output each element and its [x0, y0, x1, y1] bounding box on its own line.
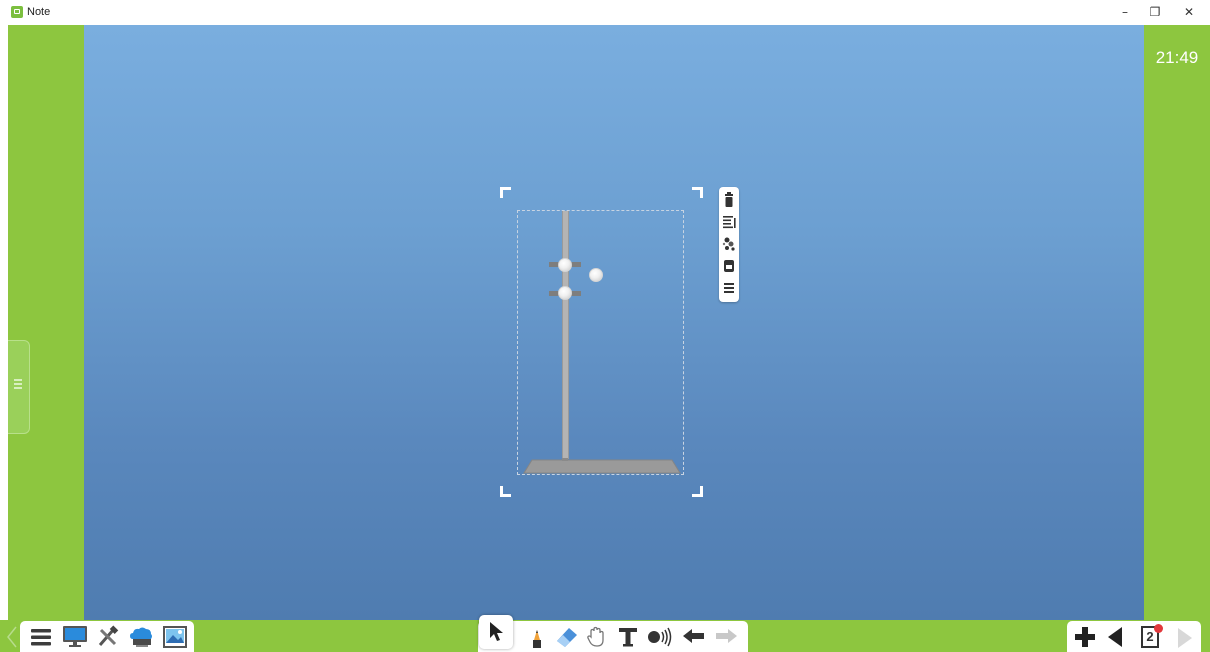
window-title: Note: [27, 6, 51, 18]
next-page-icon[interactable]: [1172, 624, 1198, 652]
add-page-icon[interactable]: [1073, 625, 1097, 649]
pen-icon[interactable]: [526, 626, 548, 650]
drawing-toolbar: [478, 621, 748, 652]
hand-roam-icon[interactable]: [584, 625, 608, 649]
resize-handle-top-right[interactable]: [692, 187, 703, 198]
maximize-button[interactable]: ❐: [1144, 3, 1166, 21]
main-toolbar: [20, 621, 194, 652]
resize-handle-top-left[interactable]: [500, 187, 511, 198]
clamp-knob-upper[interactable]: [558, 258, 572, 272]
clock: 21:49: [1155, 48, 1199, 67]
menu-icon[interactable]: [721, 279, 737, 297]
minimize-button[interactable]: –: [1114, 3, 1136, 21]
stand-base[interactable]: [520, 458, 684, 474]
note-app-icon: [11, 6, 23, 18]
sound-icon[interactable]: [646, 627, 674, 647]
previous-page-icon[interactable]: [1105, 625, 1125, 649]
close-button[interactable]: ✕: [1178, 3, 1200, 21]
object-toolbar: [719, 187, 739, 302]
selection-box: [517, 210, 684, 475]
eraser-icon[interactable]: [554, 625, 580, 649]
select-tool-button[interactable]: [479, 615, 513, 649]
scroll-left-icon[interactable]: [5, 625, 19, 649]
board-icon[interactable]: [62, 625, 88, 649]
undo-icon[interactable]: [682, 627, 706, 647]
align-icon[interactable]: [721, 213, 737, 231]
page-badge: [1154, 624, 1163, 633]
clamp-knob-lower[interactable]: [558, 286, 572, 300]
side-panel-toggle[interactable]: [8, 340, 30, 434]
image-icon[interactable]: [162, 625, 188, 649]
clone-icon[interactable]: [721, 257, 737, 275]
title-bar: Note – ❐ ✕: [0, 0, 1210, 25]
trash-icon[interactable]: [721, 191, 737, 209]
collapse-tab-icon: [14, 379, 22, 393]
stand-rod[interactable]: [562, 211, 569, 459]
resize-handle-bottom-right[interactable]: [692, 486, 703, 497]
menu-icon[interactable]: [30, 627, 52, 647]
page-thumbnail-icon[interactable]: 2: [1141, 624, 1163, 648]
select-arrow-icon: [490, 622, 503, 641]
resize-handle-bottom-left[interactable]: [500, 486, 511, 497]
cloud-icon[interactable]: [128, 625, 154, 649]
redo-icon[interactable]: [714, 627, 738, 647]
text-icon[interactable]: [616, 625, 640, 649]
ball[interactable]: [589, 268, 603, 282]
effects-icon[interactable]: [721, 235, 737, 253]
tools-icon[interactable]: [96, 625, 120, 649]
